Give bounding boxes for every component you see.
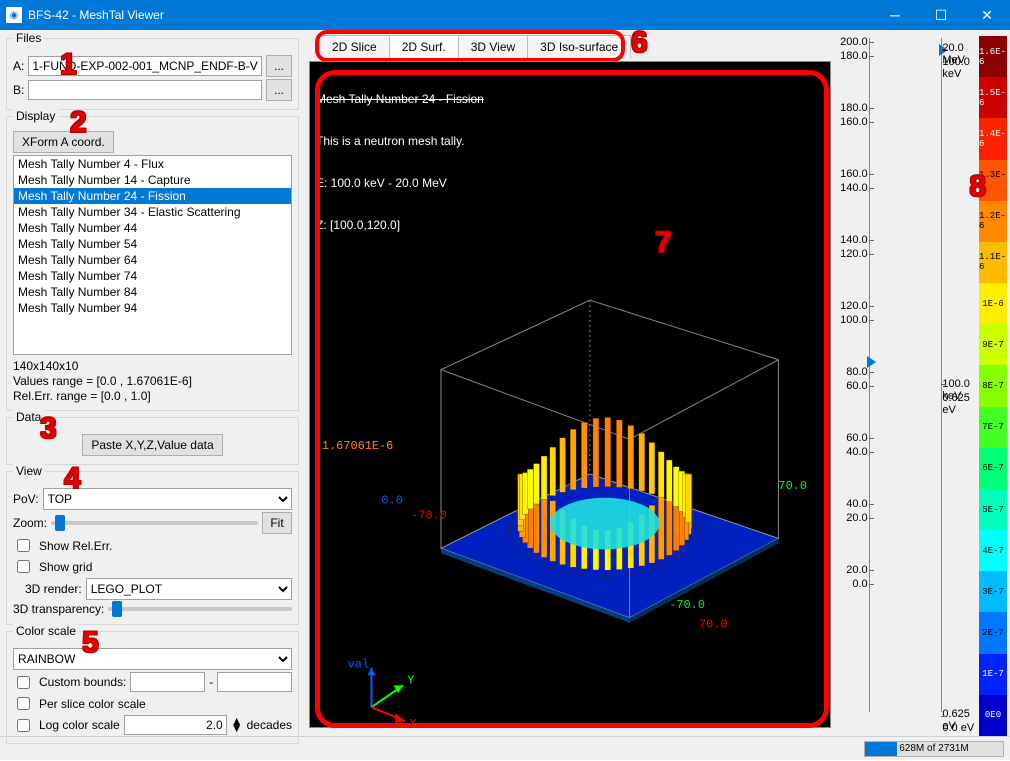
colorbar-segment: 7E-7	[979, 407, 1007, 448]
colorbar-segment: 5E-7	[979, 489, 1007, 530]
left-panel: 1 2 3 4 5 Files A: ... B: ... Display XF…	[0, 30, 305, 736]
log-scale-checkbox[interactable]	[17, 719, 30, 732]
svg-text:-70.0: -70.0	[669, 598, 705, 612]
colorbar-segment: 3E-7	[979, 571, 1007, 612]
colorbar-segment: 1E-6	[979, 283, 1007, 324]
tab-3d-view[interactable]: 3D View	[458, 35, 528, 58]
close-button[interactable]: ✕	[964, 0, 1010, 30]
right-scales: 8 200.0180.0180.0160.0160.0140.0140.0120…	[835, 30, 1010, 736]
tally-item[interactable]: Mesh Tally Number 74	[14, 268, 291, 284]
zoom-label: Zoom:	[13, 516, 47, 530]
relerr-range: Rel.Err. range = [0.0 , 1.0]	[13, 389, 292, 404]
colorbar-segment: 6E-7	[979, 448, 1007, 489]
svg-text:val: val	[348, 657, 369, 671]
minimize-button[interactable]: ─	[872, 0, 918, 30]
colorbar-segment: 4E-7	[979, 530, 1007, 571]
colorbar-segment: 1.6E-6	[979, 36, 1007, 77]
svg-text:1.67061E-6: 1.67061E-6	[322, 439, 393, 453]
file-a-label: A:	[13, 59, 24, 73]
bounds-min-input[interactable]	[130, 672, 205, 692]
svg-text:70.0: 70.0	[699, 618, 728, 632]
values-range: Values range = [0.0 , 1.67061E-6]	[13, 374, 292, 389]
tally-item[interactable]: Mesh Tally Number 4 - Flux	[14, 156, 291, 172]
center-panel: 6 7 2D Slice2D Surf.3D View3D Iso-surfac…	[305, 30, 835, 736]
pov-select[interactable]: TOP	[43, 488, 292, 510]
bounds-max-input[interactable]	[217, 672, 292, 692]
per-slice-checkbox[interactable]	[17, 697, 30, 710]
paste-data-button[interactable]: Paste X,Y,Z,Value data	[82, 434, 222, 456]
colorbar: 1.6E-61.5E-61.4E-61.3E-61.2E-61.1E-61E-6…	[979, 36, 1007, 730]
file-b-label: B:	[13, 83, 24, 97]
tally-item[interactable]: Mesh Tally Number 14 - Capture	[14, 172, 291, 188]
view-group: View PoV: TOP Zoom: Fit Show Rel.Err. Sh…	[6, 471, 299, 625]
maximize-button[interactable]: ☐	[918, 0, 964, 30]
mesh-dims: 140x140x10	[13, 359, 292, 374]
tally-item[interactable]: Mesh Tally Number 24 - Fission	[14, 188, 291, 204]
tally-item[interactable]: Mesh Tally Number 44	[14, 220, 291, 236]
colorbar-segment: 1.4E-6	[979, 118, 1007, 159]
energy-scale[interactable]: 20.0 MeV 100.0 keV 100.0 keV 0.625 eV 0.…	[907, 36, 975, 730]
file-b-input[interactable]	[28, 80, 262, 100]
decades-spinner[interactable]: ▲▼	[231, 718, 243, 732]
z-marker-icon[interactable]	[867, 356, 876, 368]
colorbar-segment: 1.2E-6	[979, 201, 1007, 242]
svg-text:X: X	[409, 717, 416, 727]
view-tabs: 2D Slice2D Surf.3D View3D Iso-surface	[309, 34, 835, 57]
render-label: 3D render:	[25, 582, 82, 596]
colorbar-segment: 1.3E-6	[979, 160, 1007, 201]
colorbar-segment: 1.1E-6	[979, 242, 1007, 283]
app-icon: ◉	[6, 7, 22, 23]
transparency-label: 3D transparency:	[13, 602, 104, 616]
tally-item[interactable]: Mesh Tally Number 94	[14, 300, 291, 316]
display-group: Display XForm A coord. Mesh Tally Number…	[6, 116, 299, 411]
tally-item[interactable]: Mesh Tally Number 54	[14, 236, 291, 252]
viewport-3d[interactable]: Mesh Tally Number 24 - Fission This is a…	[309, 61, 831, 728]
titlebar: ◉ BFS-42 - MeshTal Viewer ─ ☐ ✕	[0, 0, 1010, 30]
data-group: Data Paste X,Y,Z,Value data	[6, 417, 299, 465]
custom-bounds-checkbox[interactable]	[17, 676, 30, 689]
tally-item[interactable]: Mesh Tally Number 84	[14, 284, 291, 300]
tab-2d-slice[interactable]: 2D Slice	[319, 35, 390, 58]
render-select[interactable]: LEGO_PLOT	[86, 578, 292, 600]
window-title: BFS-42 - MeshTal Viewer	[28, 8, 872, 22]
fit-button[interactable]: Fit	[262, 512, 292, 534]
colorscale-select[interactable]: RAINBOW	[13, 648, 292, 670]
zoom-slider[interactable]	[51, 521, 258, 525]
file-b-browse-button[interactable]: ...	[266, 79, 292, 101]
svg-text:0.0: 0.0	[381, 494, 402, 508]
tab-2d-surf-[interactable]: 2D Surf.	[389, 35, 459, 58]
colorscale-group: Color scale RAINBOW Custom bounds: - Per…	[6, 631, 299, 744]
colorbar-segment: 2E-7	[979, 612, 1007, 653]
file-a-browse-button[interactable]: ...	[266, 55, 292, 77]
files-group: Files A: ... B: ...	[6, 38, 299, 110]
colorbar-segment: 1.5E-6	[979, 77, 1007, 118]
decades-input[interactable]	[124, 715, 227, 735]
colorbar-segment: 1E-7	[979, 654, 1007, 695]
colorbar-segment: 9E-7	[979, 324, 1007, 365]
xform-button[interactable]: XForm A coord.	[13, 131, 114, 153]
pov-label: PoV:	[13, 492, 39, 506]
svg-text:Y: Y	[407, 673, 414, 687]
memory-progress: 628M of 2731M	[864, 741, 1004, 757]
show-grid-checkbox[interactable]	[17, 560, 30, 573]
colorbar-segment: 0E0	[979, 695, 1007, 736]
colorbar-segment: 8E-7	[979, 365, 1007, 406]
z-scale[interactable]: 200.0180.0180.0160.0160.0140.0140.0120.0…	[835, 36, 903, 730]
tally-listbox[interactable]: Mesh Tally Number 4 - FluxMesh Tally Num…	[13, 155, 292, 355]
show-relerr-checkbox[interactable]	[17, 539, 30, 552]
tab-3d-iso-surface[interactable]: 3D Iso-surface	[527, 35, 631, 58]
tally-item[interactable]: Mesh Tally Number 64	[14, 252, 291, 268]
transparency-slider[interactable]	[108, 607, 292, 611]
file-a-input[interactable]	[28, 56, 262, 76]
tally-item[interactable]: Mesh Tally Number 34 - Elastic Scatterin…	[14, 204, 291, 220]
svg-text:-70.0: -70.0	[411, 509, 447, 523]
svg-text:70.0: 70.0	[778, 479, 807, 493]
